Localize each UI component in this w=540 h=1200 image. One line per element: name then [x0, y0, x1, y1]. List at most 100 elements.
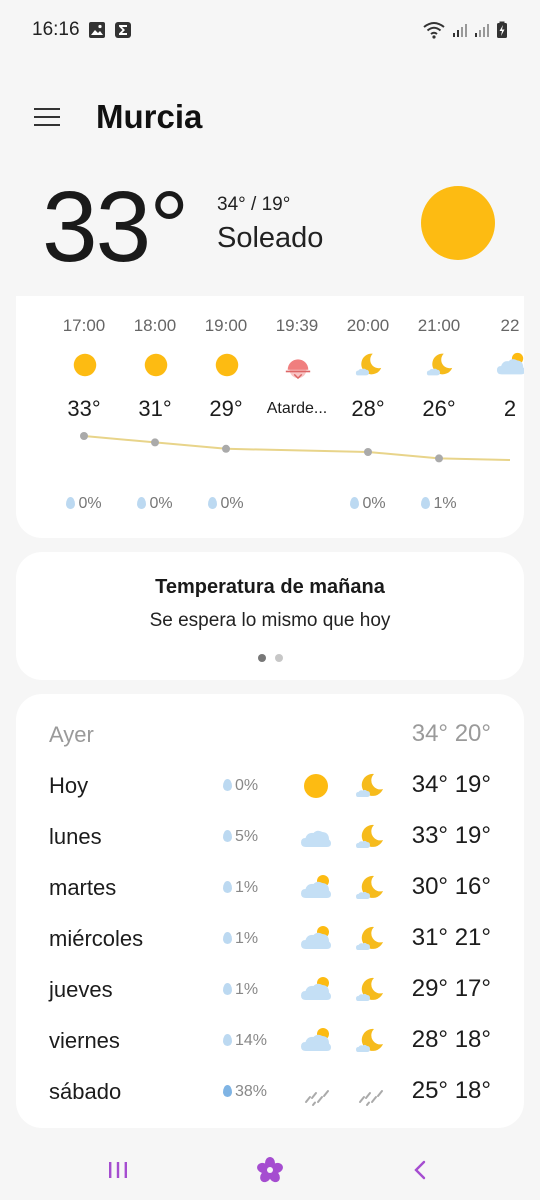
hour-column[interactable]: 22 2 [470, 296, 524, 538]
hour-time: 18:00 [133, 316, 177, 335]
menu-icon [34, 108, 60, 110]
day-temperatures: 31° 21° [411, 924, 491, 951]
day-precipitation: 38% [223, 1083, 267, 1101]
day-precipitation: 1% [223, 981, 258, 999]
back-button[interactable] [400, 1152, 440, 1188]
daily-row[interactable]: miércoles 1% 31° 21° [16, 913, 524, 963]
day-name: martes [49, 875, 117, 900]
raindrop-icon [223, 779, 232, 791]
day-name: lunes [49, 824, 102, 849]
daily-row-yesterday[interactable]: Ayer 34° 20° [16, 709, 524, 759]
hour-temperature: 29° [209, 396, 243, 421]
daily-row[interactable]: Hoy 0% 34° 19° [16, 760, 524, 810]
hour-column[interactable]: 21:00 26° 1% [399, 296, 479, 538]
hour-temperature: 33° [67, 396, 101, 421]
app-header: Murcia [0, 88, 540, 148]
daily-row[interactable]: jueves 1% 29° 17° [16, 964, 524, 1014]
rain-icon [354, 1076, 386, 1108]
day-name: Ayer [49, 722, 94, 747]
page-dot-1[interactable] [257, 654, 266, 662]
raindrop-icon [66, 497, 76, 509]
tomorrow-card[interactable]: Temperatura de mañana Se espera lo mismo… [16, 552, 524, 680]
menu-button[interactable] [34, 104, 62, 132]
raindrop-icon [223, 932, 232, 944]
current-temperature: 33° [42, 171, 189, 283]
page-indicator [16, 654, 524, 662]
tomorrow-text: Se espera lo mismo que hoy [149, 610, 391, 631]
hour-precipitation: 0% [328, 495, 408, 513]
hour-temperature: 2 [503, 396, 517, 421]
sun-cloud-icon [300, 974, 332, 1006]
day-temperatures: 34° 19° [411, 771, 491, 798]
hour-time: 21:00 [417, 316, 461, 335]
daily-forecast[interactable]: Ayer 34° 20° Hoy 0% 34° 19° lunes 5% 33° 19° mar… [16, 694, 524, 1128]
sun-cloud-icon [300, 1025, 332, 1057]
day-precipitation: 1% [223, 879, 258, 897]
day-temperatures: 28° 18° [411, 1026, 491, 1053]
sun-icon [70, 350, 100, 380]
day-name: sábado [49, 1079, 122, 1104]
hour-column[interactable]: 18:00 31° 0% [115, 296, 195, 538]
moon-cloud-icon [354, 350, 384, 380]
raindrop-icon [223, 830, 232, 842]
tomorrow-title: Temperatura de mañana [155, 576, 385, 598]
moon-cloud-icon [425, 350, 455, 380]
moon-cloud-icon [354, 923, 386, 955]
page-dot-2[interactable] [274, 654, 283, 662]
home-flower-icon [257, 1157, 283, 1183]
recents-icon [109, 1162, 127, 1178]
hour-temperature: 31° [138, 396, 172, 421]
day-precipitation: 14% [223, 1032, 267, 1050]
hour-column[interactable]: 19:00 29° 0% [186, 296, 266, 538]
hour-precipitation: 1% [399, 495, 479, 513]
raindrop-icon [208, 497, 218, 509]
hour-time: 19:00 [204, 316, 248, 335]
hour-time: 20:00 [346, 316, 390, 335]
hour-temperature: 26° [422, 396, 456, 421]
day-temperatures: 34° 20° [411, 720, 491, 747]
battery-icon [496, 21, 508, 39]
moon-cloud-icon [354, 872, 386, 904]
city-title: Murcia [96, 98, 203, 135]
hourly-forecast[interactable]: 17:00 33° 0% 18:00 31° 0% 19:00 29° 0% 19:39 Atard… [16, 296, 524, 538]
moon-cloud-icon [354, 821, 386, 853]
raindrop-icon [223, 1034, 232, 1046]
moon-cloud-icon [354, 1025, 386, 1057]
raindrop-icon [223, 1085, 232, 1097]
raindrop-icon [223, 881, 232, 893]
raindrop-icon [350, 497, 360, 509]
day-temperatures: 33° 19° [411, 822, 491, 849]
sun-icon [421, 186, 495, 260]
daily-row[interactable]: martes 1% 30° 16° [16, 862, 524, 912]
sigma-icon [114, 21, 132, 39]
day-temperatures: 30° 16° [411, 873, 491, 900]
recents-button[interactable] [98, 1152, 138, 1188]
hour-temperature: 28° [351, 396, 385, 421]
raindrop-icon [137, 497, 147, 509]
current-condition: Soleado [217, 222, 324, 254]
day-temperatures: 25° 18° [411, 1077, 491, 1104]
sun-cloud-icon [300, 923, 332, 955]
hour-precipitation: 0% [186, 495, 266, 513]
home-button[interactable] [250, 1152, 290, 1188]
hour-column[interactable]: 20:00 28° 0% [328, 296, 408, 538]
sun-icon [141, 350, 171, 380]
daily-row[interactable]: lunes 5% 33° 19° [16, 811, 524, 861]
hour-temperature: Atarde... [266, 400, 328, 417]
hour-precipitation: 0% [115, 495, 195, 513]
day-precipitation: 1% [223, 930, 258, 948]
day-name: viernes [49, 1028, 120, 1053]
hour-column[interactable]: 19:39 Atarde... [257, 296, 337, 538]
signal-icon [452, 22, 468, 38]
gallery-icon [88, 21, 106, 39]
moon-cloud-icon [354, 974, 386, 1006]
daily-row[interactable]: sábado 38% 25° 18° [16, 1066, 524, 1116]
signal-roaming-icon [474, 22, 490, 38]
current-weather[interactable]: 33° 34° / 19° Soleado [0, 170, 540, 290]
status-time: 16:16 [32, 19, 80, 40]
day-name: Hoy [49, 773, 89, 798]
wifi-icon [422, 21, 446, 39]
daily-row[interactable]: viernes 14% 28° 18° [16, 1015, 524, 1065]
hour-column[interactable]: 17:00 33° 0% [44, 296, 124, 538]
day-temperatures: 29° 17° [411, 975, 491, 1002]
